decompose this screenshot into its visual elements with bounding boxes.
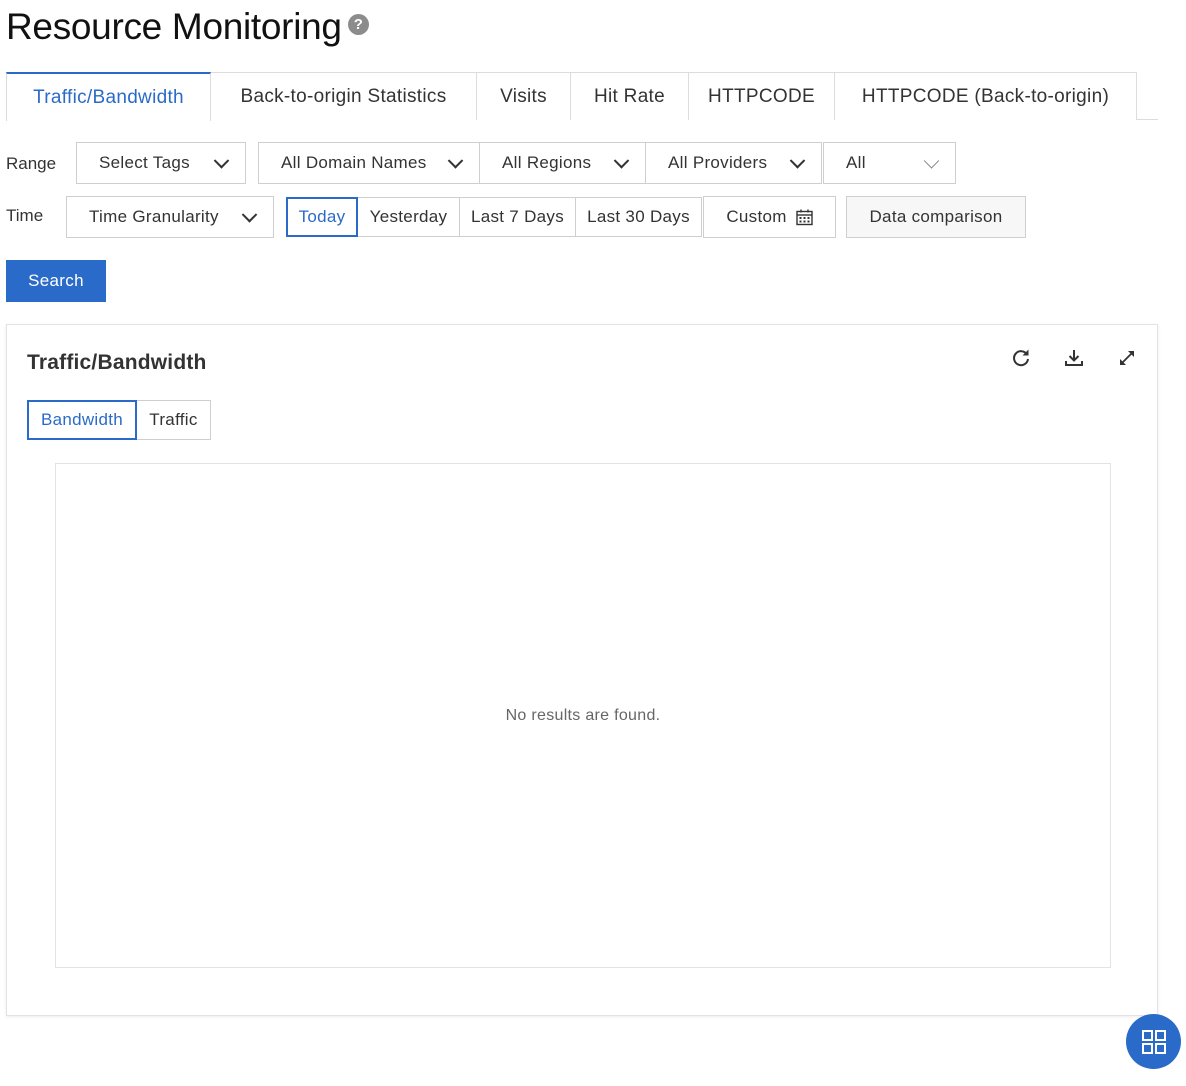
tab-httpcode[interactable]: HTTPCODE [688,72,835,120]
custom-label: Custom [726,207,787,226]
regions-label: All Regions [502,153,592,172]
tab-httpcode-back-to-origin[interactable]: HTTPCODE (Back-to-origin) [834,72,1137,120]
sub-tab-traffic[interactable]: Traffic [136,400,211,440]
search-button[interactable]: Search [6,260,106,302]
grid-icon [1141,1029,1166,1054]
data-comparison-button[interactable]: Data comparison [846,196,1026,238]
time-granularity-dropdown[interactable]: Time Granularity [66,196,274,238]
domain-dropdown[interactable]: All Domain Names [258,142,480,184]
regions-dropdown[interactable]: All Regions [479,142,646,184]
protocol-label: All [846,153,866,172]
refresh-icon[interactable] [1008,345,1034,371]
preset-yesterday[interactable]: Yesterday [357,197,460,237]
empty-message: No results are found. [505,707,661,724]
chart-area: No results are found. [55,463,1111,968]
chevron-down-icon [923,153,940,169]
protocol-dropdown[interactable]: All [823,142,956,184]
traffic-bandwidth-panel: Traffic/Bandwidth Bandwidth Traffic No r… [6,324,1158,1016]
tab-traffic-bandwidth[interactable]: Traffic/Bandwidth [6,72,211,121]
chevron-down-icon [613,153,630,169]
chevron-down-icon [789,153,806,169]
chevron-down-icon [447,153,464,169]
time-granularity-label: Time Granularity [89,207,219,226]
time-label: Time [6,206,44,225]
sub-tab-bandwidth[interactable]: Bandwidth [27,400,137,440]
chevron-down-icon [241,207,258,223]
expand-icon[interactable] [1114,345,1140,371]
tab-bar: Traffic/Bandwidth Back-to-origin Statist… [6,72,1158,121]
preset-last-7-days[interactable]: Last 7 Days [459,197,576,237]
tab-visits[interactable]: Visits [476,72,571,120]
apps-grid-button[interactable] [1126,1014,1181,1069]
download-icon[interactable] [1061,345,1087,371]
help-icon[interactable]: ? [347,13,369,35]
custom-date-button[interactable]: Custom [703,196,836,238]
range-label: Range [6,154,57,173]
chevron-down-icon [213,153,230,169]
providers-dropdown[interactable]: All Providers [645,142,822,184]
tab-hit-rate[interactable]: Hit Rate [570,72,689,120]
select-tags-dropdown[interactable]: Select Tags [76,142,246,184]
select-tags-label: Select Tags [99,153,190,172]
preset-last-30-days[interactable]: Last 30 Days [575,197,702,237]
calendar-icon [795,209,813,225]
tab-back-to-origin-statistics[interactable]: Back-to-origin Statistics [210,72,477,120]
panel-title: Traffic/Bandwidth [27,351,207,374]
page-title-text: Resource Monitoring [6,6,342,47]
preset-today[interactable]: Today [286,197,358,237]
page-title: Resource Monitoring ? [6,6,369,48]
domain-label: All Domain Names [281,153,427,172]
providers-label: All Providers [668,153,768,172]
